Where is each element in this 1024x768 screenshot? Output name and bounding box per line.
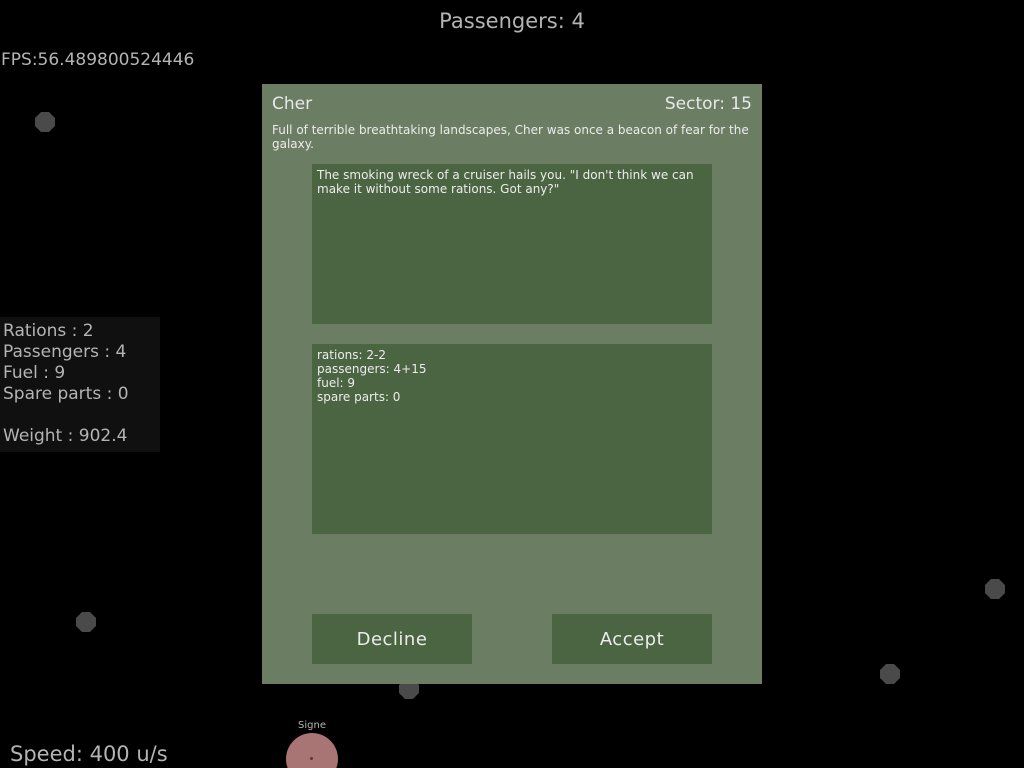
weight-stat: Weight : 902.4 (3, 426, 128, 446)
dialog-planet-name: Cher (272, 94, 313, 114)
stats-spacer (3, 405, 160, 426)
asteroid-icon (35, 112, 55, 132)
fuel-stat: Fuel : 9 (3, 363, 66, 383)
decline-button[interactable]: Decline (312, 614, 472, 664)
accept-button[interactable]: Accept (552, 614, 712, 664)
spare-parts-stat: Spare parts : 0 (3, 384, 129, 404)
encounter-message-text: The smoking wreck of a cruiser hails you… (317, 168, 694, 196)
speed-readout: Speed: 400 u/s (10, 742, 168, 766)
resource-line: passengers: 4+15 (317, 362, 427, 376)
cargo-stats-panel: Rations : 2 Passengers : 4 Fuel : 9 Spar… (0, 317, 160, 452)
passengers-stat: Passengers : 4 (3, 342, 127, 362)
resource-line: fuel: 9 (317, 376, 356, 390)
asteroid-icon (76, 612, 96, 632)
planet-label: Signe (298, 720, 326, 731)
encounter-message: The smoking wreck of a cruiser hails you… (312, 164, 712, 324)
asteroid-icon (985, 579, 1005, 599)
rations-stat: Rations : 2 (3, 321, 94, 341)
game-canvas[interactable]: Passengers: 4 FPS:56.489800524446 Signe … (0, 0, 1024, 768)
dialog-sector: Sector: 15 (664, 94, 752, 114)
planet-icon[interactable] (286, 733, 338, 768)
encounter-dialog: Cher Sector: 15 Full of terrible breatht… (262, 84, 762, 684)
passengers-counter: Passengers: 4 (439, 9, 585, 33)
planet-marker (310, 757, 313, 760)
fps-counter: FPS:56.489800524446 (1, 50, 195, 70)
asteroid-icon (880, 664, 900, 684)
dialog-description: Full of terrible breathtaking landscapes… (272, 123, 749, 151)
resource-changes: rations: 2-2 passengers: 4+15 fuel: 9 sp… (312, 344, 712, 534)
resource-line: rations: 2-2 (317, 348, 386, 362)
resource-line: spare parts: 0 (317, 390, 401, 404)
